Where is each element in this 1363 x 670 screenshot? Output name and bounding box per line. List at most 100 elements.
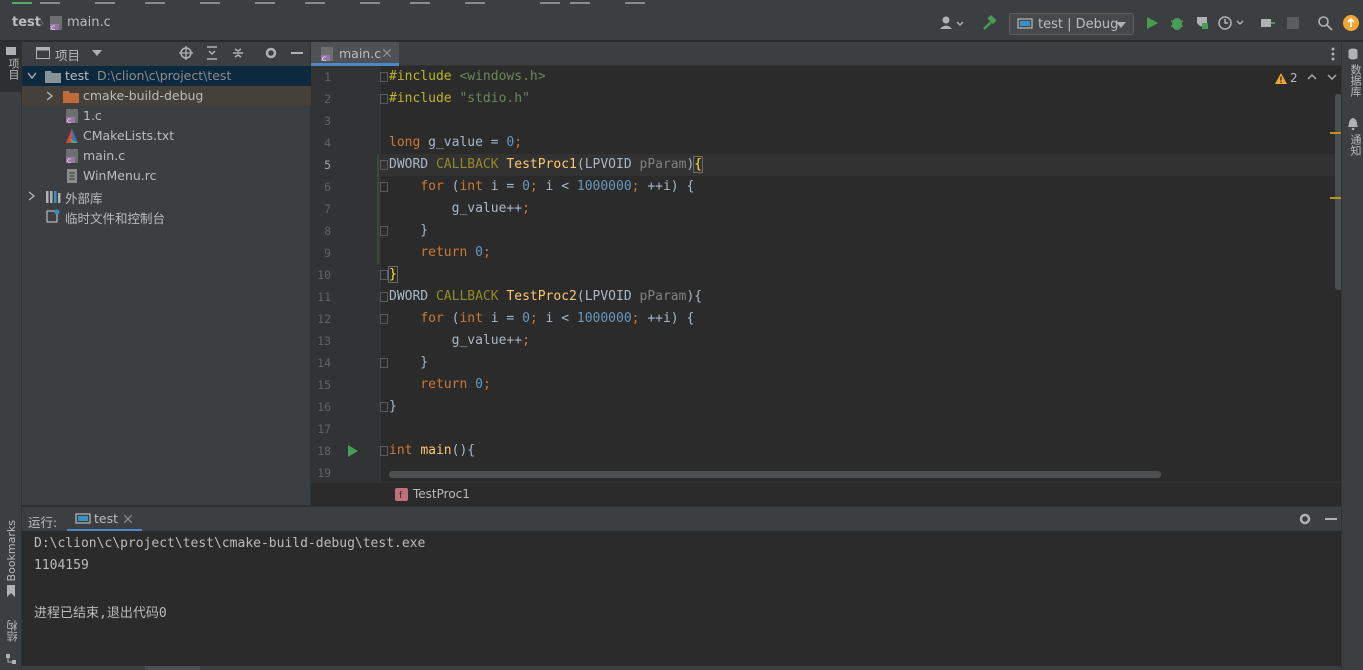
menu-item-stub[interactable] xyxy=(540,0,560,4)
tree-item-file[interactable]: CMakeLists.txt xyxy=(22,126,311,146)
expand-all-icon[interactable] xyxy=(204,45,220,61)
run-tab[interactable]: test xyxy=(67,507,142,532)
gear-icon[interactable] xyxy=(1297,511,1313,527)
line-number: 18 xyxy=(317,444,331,458)
code-line: } xyxy=(389,223,429,238)
menu-item-stub[interactable] xyxy=(465,0,485,4)
menu-item-stub[interactable] xyxy=(305,0,325,4)
line-number: 3 xyxy=(324,114,331,128)
warning-icon[interactable] xyxy=(1274,72,1288,84)
line-number: 7 xyxy=(324,202,331,216)
build-hammer-icon[interactable] xyxy=(980,14,998,32)
code-line: g_value++; xyxy=(389,201,530,216)
code-line: return 0; xyxy=(420,245,491,260)
chevron-right-icon: › xyxy=(40,17,44,29)
project-tool-tab[interactable]: 项目 xyxy=(0,42,22,92)
horizontal-scrollbar[interactable] xyxy=(389,471,1161,478)
hide-panel-icon[interactable] xyxy=(289,45,305,61)
tree-item-file[interactable]: WinMenu.rc xyxy=(22,166,311,186)
bookmark-icon xyxy=(6,585,16,597)
menu-item-stub[interactable] xyxy=(95,0,115,4)
run-config-label: test | Debug xyxy=(1038,17,1119,32)
run-console[interactable]: D:\clion\c\project\test\cmake-build-debu… xyxy=(22,531,1341,666)
fold-icon[interactable] xyxy=(379,159,389,171)
line-number: 16 xyxy=(317,400,331,414)
tree-item-external-libraries[interactable]: 外部库 xyxy=(22,186,311,206)
profile-icon[interactable] xyxy=(1218,15,1246,31)
close-icon[interactable] xyxy=(381,47,393,59)
warning-count: 2 xyxy=(1290,71,1298,85)
fold-icon[interactable] xyxy=(379,225,389,237)
stop-icon[interactable] xyxy=(1286,16,1300,30)
tree-item-project-root[interactable]: test D:\clion\c\project\test xyxy=(22,66,311,86)
bookmarks-tab-label[interactable]: Bookmarks xyxy=(5,520,18,581)
chevron-down-icon[interactable] xyxy=(92,50,102,56)
fold-icon[interactable] xyxy=(379,313,389,325)
project-panel: 项目 test D:\clion\c\project\test cmake-bu… xyxy=(22,42,311,505)
chevron-down-icon[interactable] xyxy=(1327,73,1337,81)
warning-stripe-marker[interactable] xyxy=(1330,132,1341,134)
menu-item-stub[interactable] xyxy=(410,0,430,4)
run-configuration-select[interactable]: test | Debug xyxy=(1009,13,1134,35)
code-line: for (int i = 0; i < 1000000; ++i) { xyxy=(420,311,695,326)
editor-tab[interactable]: C main.c xyxy=(311,42,399,66)
code-editor[interactable]: 1 2 3 4 5 6 7 8 9 10 11 12 13 14 15 16 1… xyxy=(311,66,1341,482)
tree-item-cmake-build-debug[interactable]: cmake-build-debug xyxy=(22,86,311,106)
database-icon xyxy=(1348,48,1358,60)
line-number: 17 xyxy=(317,422,331,436)
more-options-icon[interactable] xyxy=(1328,47,1338,61)
code-line: DWORD CALLBACK TestProc2(LPVOID pParam){ xyxy=(389,289,703,304)
fold-icon[interactable] xyxy=(379,445,389,457)
warning-stripe-marker[interactable] xyxy=(1330,197,1341,199)
fold-icon[interactable] xyxy=(379,291,389,303)
menu-item-stub[interactable] xyxy=(145,0,165,4)
breadcrumb-file[interactable]: main.c xyxy=(67,15,111,30)
menu-item-stub[interactable] xyxy=(40,0,60,4)
run-gutter-icon[interactable] xyxy=(347,444,359,458)
app-logo-icon xyxy=(12,0,32,4)
fold-icon[interactable] xyxy=(379,401,389,413)
notifications-tab-label[interactable]: 通知 xyxy=(1347,134,1363,156)
debug-bug-icon[interactable] xyxy=(1169,15,1185,31)
fold-icon[interactable] xyxy=(379,93,389,105)
chevron-right-icon xyxy=(45,91,55,101)
user-icon[interactable] xyxy=(938,15,966,31)
menu-item-stub[interactable] xyxy=(625,0,645,4)
vertical-scrollbar[interactable] xyxy=(1335,94,1341,290)
project-panel-title[interactable]: 项目 xyxy=(55,45,80,64)
menu-item-stub[interactable] xyxy=(200,0,220,4)
update-icon[interactable] xyxy=(1343,15,1359,31)
tree-item-file[interactable]: C 1.c xyxy=(22,106,311,126)
hide-panel-icon[interactable] xyxy=(1323,511,1339,527)
fold-icon[interactable] xyxy=(379,181,389,193)
run-icon[interactable] xyxy=(1144,15,1160,31)
breadcrumb-function[interactable]: TestProc1 xyxy=(413,487,470,501)
code-line: DWORD CALLBACK TestProc1(LPVOID pParam){ xyxy=(389,156,704,173)
tree-item-scratches[interactable]: 临时文件和控制台 xyxy=(22,206,311,226)
attach-debugger-icon[interactable] xyxy=(1259,15,1277,31)
fold-icon[interactable] xyxy=(379,357,389,369)
tree-item-path: D:\clion\c\project\test xyxy=(97,68,232,83)
database-tab-label[interactable]: 数据库 xyxy=(1347,64,1363,97)
folder-icon xyxy=(45,69,61,83)
gear-icon[interactable] xyxy=(263,45,279,61)
code-line: long g_value = 0; xyxy=(389,135,523,150)
close-icon[interactable] xyxy=(123,514,133,524)
breadcrumb-project[interactable]: test xyxy=(12,15,41,30)
menu-item-stub[interactable] xyxy=(360,0,380,4)
locate-file-icon[interactable] xyxy=(178,45,194,61)
coverage-icon[interactable] xyxy=(1194,15,1210,31)
chevron-up-icon[interactable] xyxy=(1307,73,1317,81)
fold-icon[interactable] xyxy=(379,269,389,281)
menu-item-stub[interactable] xyxy=(255,0,275,4)
search-icon[interactable] xyxy=(1317,15,1333,31)
structure-tab-label[interactable]: 结构 xyxy=(5,620,21,642)
tree-item-label: 外部库 xyxy=(65,191,103,206)
tree-item-file[interactable]: C main.c xyxy=(22,146,311,166)
collapse-all-icon[interactable] xyxy=(230,45,246,61)
svg-text:C: C xyxy=(67,118,71,124)
line-number: 12 xyxy=(317,312,331,326)
fold-icon[interactable] xyxy=(379,71,389,83)
menu-item-stub[interactable] xyxy=(570,0,590,4)
run-tab-label: test xyxy=(94,511,119,526)
